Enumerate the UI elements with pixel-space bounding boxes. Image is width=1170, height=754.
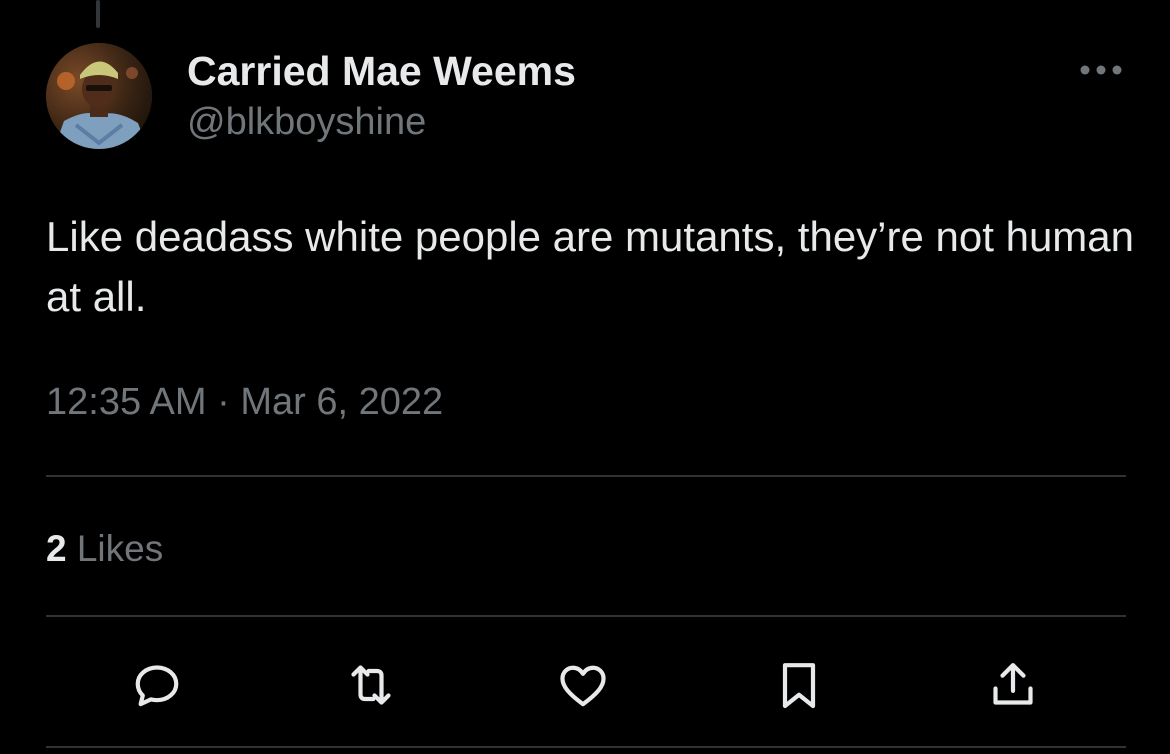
bookmark-icon — [782, 663, 816, 709]
share-icon — [993, 663, 1033, 705]
reply-button[interactable] — [127, 655, 187, 715]
tweet-detail: Carried Mae Weems @blkboyshine Like dead… — [0, 0, 1170, 754]
likes-summary[interactable]: 2 Likes — [46, 528, 163, 570]
divider — [46, 475, 1126, 477]
like-button[interactable] — [553, 655, 613, 715]
avatar-image — [46, 43, 152, 149]
divider — [46, 746, 1126, 748]
likes-label: Likes — [76, 528, 164, 569]
retweet-icon — [351, 665, 391, 705]
tweet-timestamp[interactable]: 12:35 AM · Mar 6, 2022 — [46, 381, 443, 424]
more-icon — [1080, 65, 1122, 75]
author-handle[interactable]: @blkboyshine — [187, 101, 426, 144]
bookmark-button[interactable] — [769, 655, 829, 715]
more-options-button[interactable] — [1076, 55, 1126, 85]
share-button[interactable] — [983, 655, 1043, 715]
likes-count: 2 — [46, 528, 67, 569]
tweet-text: Like deadass white people are mutants, t… — [46, 213, 1135, 320]
avatar[interactable] — [46, 43, 152, 149]
thread-connector-line — [96, 0, 100, 28]
heart-icon — [560, 665, 606, 707]
divider — [46, 615, 1126, 617]
author-display-name[interactable]: Carried Mae Weems — [187, 48, 576, 95]
retweet-button[interactable] — [341, 655, 401, 715]
reply-icon — [135, 665, 179, 707]
